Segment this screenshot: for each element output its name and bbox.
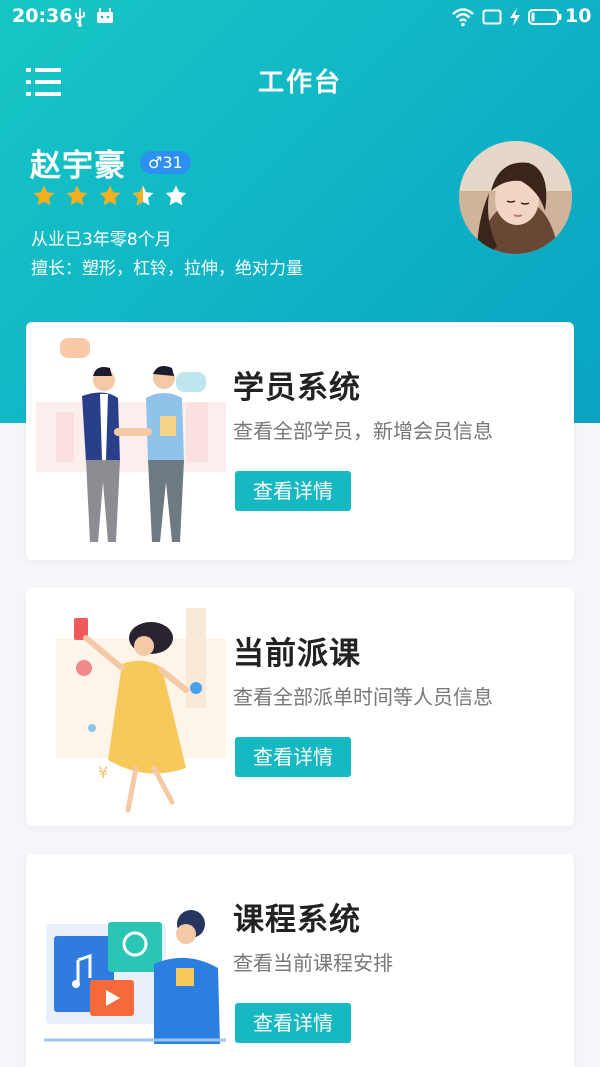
star-icon <box>33 185 55 206</box>
specialty-text: 擅长：塑形，杠铃，拉伸，绝对力量 <box>31 259 303 279</box>
svg-text:¥: ¥ <box>98 763 108 782</box>
dancing-woman-illustration: ¥ <box>36 598 236 818</box>
card-description: 查看当前课程安排 <box>233 951 393 975</box>
status-time: 20:36 <box>12 5 73 27</box>
star-icon <box>66 185 88 206</box>
view-details-button[interactable]: 查看详情 <box>235 1003 351 1043</box>
business-handshake-illustration <box>36 332 236 552</box>
battery-level: 10 <box>565 5 592 27</box>
wifi-icon <box>451 7 475 31</box>
card-student-system[interactable]: 学员系统 查看全部学员，新增会员信息 查看详情 <box>26 322 574 560</box>
coach-name: 赵宇豪 <box>30 148 126 184</box>
card-title: 当前派课 <box>233 636 361 672</box>
charging-icon <box>508 8 522 30</box>
card-course-system[interactable]: 课程系统 查看当前课程安排 查看详情 <box>26 854 574 1067</box>
star-icon <box>99 185 121 206</box>
avatar[interactable] <box>459 141 572 254</box>
page-title: 工作台 <box>257 68 342 98</box>
card-title: 学员系统 <box>233 370 361 406</box>
view-details-button[interactable]: 查看详情 <box>235 737 351 777</box>
battery-icon <box>528 9 562 29</box>
status-bar: 20:36 10 <box>0 0 600 34</box>
usb-icon <box>72 7 88 31</box>
card-description: 查看全部派单时间等人员信息 <box>233 685 493 709</box>
rating-stars <box>31 184 191 208</box>
media-screens-illustration <box>36 864 236 1067</box>
gender-age-badge: ♂31 <box>140 151 191 174</box>
card-title: 课程系统 <box>233 902 361 938</box>
card-current-classes[interactable]: ¥ 当前派课 查看全部派单时间等人员信息 查看详情 <box>26 588 574 826</box>
android-icon <box>96 8 114 28</box>
sim-icon <box>482 9 502 29</box>
view-details-button[interactable]: 查看详情 <box>235 471 351 511</box>
empty-star-icon <box>166 185 187 206</box>
experience-text: 从业已3年零8个月 <box>31 230 172 250</box>
half-star-icon <box>132 185 154 206</box>
card-description: 查看全部学员，新增会员信息 <box>233 419 493 443</box>
